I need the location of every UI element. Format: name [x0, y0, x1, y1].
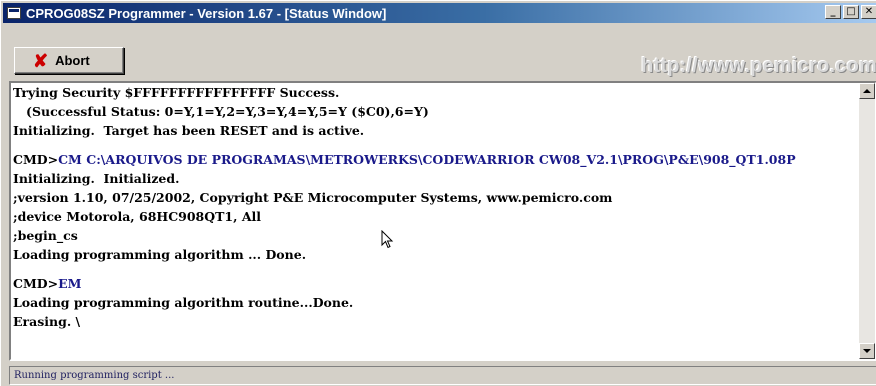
- console-command-line: CMD>EM: [13, 274, 861, 293]
- status-bar: Running programming script ...: [9, 366, 876, 385]
- cmd-prompt: CMD>: [13, 152, 59, 167]
- console-line: Loading programming algorithm ... Done.: [13, 247, 307, 262]
- status-console: Trying Security $FFFFFFFFFFFFFFFF Succes…: [9, 81, 876, 361]
- console-line: ;version 1.10, 07/25/2002, Copyright P&E…: [13, 190, 613, 205]
- command-text: CM C:\ARQUIVOS DE PROGRAMAS\METROWERKS\C…: [58, 152, 796, 167]
- console-command-line: CMD>CM C:\ARQUIVOS DE PROGRAMAS\METROWER…: [13, 150, 861, 169]
- minimize-button[interactable]: _: [825, 5, 841, 19]
- mouse-pointer-icon: [381, 230, 394, 249]
- console-line: ;begin_cs: [13, 228, 78, 243]
- command-text: EM: [58, 276, 82, 291]
- arrow-up-icon: [863, 89, 871, 93]
- console-line: ;device Motorola, 68HC908QT1, All: [13, 209, 262, 224]
- console-line: Initializing. Initialized.: [13, 171, 180, 186]
- console-line: Loading programming algorithm routine...…: [13, 295, 354, 310]
- scroll-down-button[interactable]: [859, 343, 875, 359]
- programmer-window: CPROG08SZ Programmer - Version 1.67 - [S…: [0, 0, 876, 386]
- window-controls: _ □ ✕: [823, 5, 876, 19]
- console-line: Erasing. \: [13, 314, 81, 329]
- title-bar[interactable]: CPROG08SZ Programmer - Version 1.67 - [S…: [3, 3, 876, 23]
- pemicro-url-logo: http://www.pemicro.com: [641, 55, 876, 77]
- toolbar: ✘ Abort http://www.pemicro.com: [3, 25, 876, 81]
- vertical-scrollbar[interactable]: [859, 83, 875, 359]
- abort-button[interactable]: ✘ Abort: [14, 47, 124, 74]
- close-button[interactable]: ✕: [861, 5, 876, 19]
- maximize-button[interactable]: □: [843, 5, 859, 19]
- console-line: (Successful Status: 0=Y,1=Y,2=Y,3=Y,4=Y,…: [13, 104, 429, 119]
- abort-label: Abort: [55, 53, 90, 68]
- console-text-area[interactable]: Trying Security $FFFFFFFFFFFFFFFF Succes…: [13, 83, 861, 359]
- console-line: Trying Security $FFFFFFFFFFFFFFFF Succes…: [13, 85, 340, 100]
- app-window-icon: [7, 7, 21, 19]
- window-title: CPROG08SZ Programmer - Version 1.67 - [S…: [26, 5, 387, 21]
- arrow-down-icon: [863, 349, 871, 353]
- abort-x-icon: ✘: [33, 50, 49, 71]
- console-line: Initializing. Target has been RESET and …: [13, 123, 365, 138]
- scroll-up-button[interactable]: [859, 83, 875, 99]
- cmd-prompt: CMD>: [13, 276, 59, 291]
